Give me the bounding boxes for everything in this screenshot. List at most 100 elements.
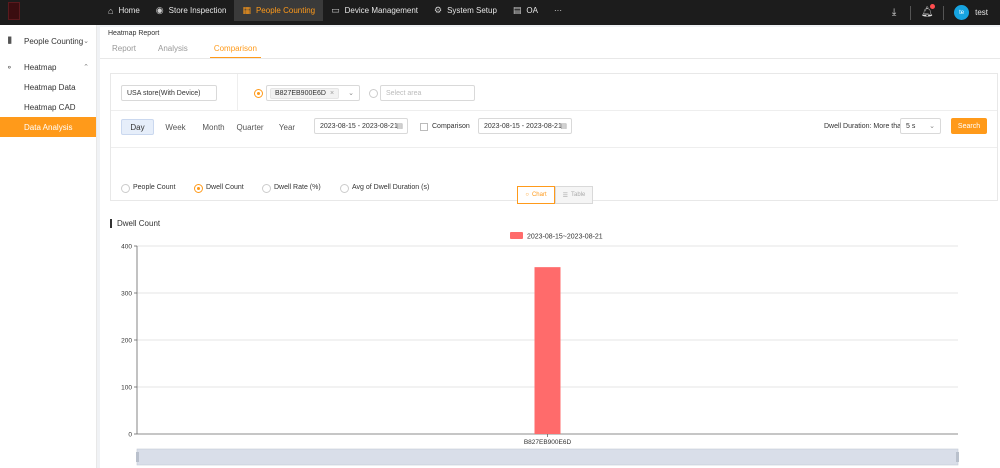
- search-button[interactable]: Search: [951, 118, 987, 134]
- divider: [111, 147, 997, 148]
- nav-item-label: ···: [553, 6, 562, 15]
- chevron-down-icon: ⌄: [929, 123, 935, 130]
- dwell-duration-value: 5 s: [906, 122, 916, 130]
- nav-item-label: Device Management: [344, 6, 419, 15]
- x-tick-label: B827EB900E6D: [524, 439, 572, 446]
- nav-item-oa[interactable]: ▤ OA: [505, 0, 546, 21]
- metric-radio-people-count[interactable]: [121, 184, 130, 193]
- breadcrumb: Heatmap Report: [108, 30, 160, 37]
- grid-icon: ▦: [242, 5, 251, 15]
- metric-label: People Count: [133, 184, 176, 191]
- nav-item-label: OA: [526, 6, 538, 15]
- divider: [111, 110, 997, 111]
- nav-item-system-setup[interactable]: ⚙ System Setup: [426, 0, 505, 21]
- heatmap-icon: ⚬: [6, 62, 13, 72]
- dwell-duration-select[interactable]: 5 s ⌄: [900, 118, 941, 134]
- divider: [910, 5, 912, 20]
- metric-label: Dwell Rate (%): [274, 184, 321, 191]
- nav-item-label: People Counting: [255, 6, 316, 15]
- bar: [534, 267, 561, 434]
- sidebar-group-label: People Counting: [24, 36, 84, 46]
- bar-chart-icon: ▐▌: [6, 38, 14, 44]
- sidebar-group-label: Heatmap: [24, 62, 57, 72]
- zoom-slider[interactable]: [136, 448, 959, 466]
- nav-item-more[interactable]: ···: [546, 0, 570, 21]
- sidebar-item-heatmap-cad[interactable]: Heatmap CAD: [0, 97, 96, 117]
- tab-divider: [100, 58, 1000, 59]
- filter-panel: USA store(With Device) B827EB900E6D × ⌄ S…: [110, 73, 998, 201]
- nav-item-people-counting[interactable]: ▦ People Counting: [234, 0, 324, 21]
- y-tick-label: 400: [121, 244, 132, 251]
- nav-item-home[interactable]: ⌂ Home: [100, 0, 148, 21]
- monitor-icon: ▭: [331, 5, 340, 15]
- divider: [237, 74, 238, 110]
- nav-item-label: Home: [118, 6, 140, 15]
- tab-report[interactable]: Report: [112, 44, 136, 59]
- gear-icon: ⚙: [434, 5, 443, 15]
- nav-item-device-management[interactable]: ▭ Device Management: [323, 0, 426, 21]
- period-quarter[interactable]: Quarter: [233, 119, 267, 135]
- notification-dot: [930, 4, 936, 9]
- legend-label: 2023-08-15~2023-08-21: [527, 234, 603, 241]
- sidebar-group-heatmap[interactable]: ⚬ Heatmap ⌃: [0, 57, 96, 77]
- sidebar-item-data-analysis[interactable]: Data Analysis: [0, 117, 96, 137]
- period-day[interactable]: Day: [121, 119, 154, 135]
- device-tag: B827EB900E6D ×: [270, 87, 340, 99]
- main-content: Heatmap Report Report Analysis Compariso…: [100, 27, 1000, 468]
- calendar-icon: ▤: [512, 5, 522, 15]
- bell-icon[interactable]: 🔔︎: [915, 4, 939, 18]
- close-icon[interactable]: ×: [330, 90, 334, 97]
- table-icon: ☰: [562, 192, 569, 199]
- nav-item-label: Store Inspection: [168, 6, 227, 15]
- metric-radio-dwell-count[interactable]: [194, 184, 203, 193]
- area-select[interactable]: Select area: [380, 85, 475, 101]
- username[interactable]: test: [975, 8, 988, 17]
- tab-analysis[interactable]: Analysis: [158, 44, 188, 59]
- slider-handle-right[interactable]: [956, 452, 959, 462]
- y-tick-label: 100: [121, 385, 132, 392]
- area-radio[interactable]: [369, 89, 378, 98]
- period-month[interactable]: Month: [197, 119, 230, 135]
- device-tag-label: B827EB900E6D: [275, 89, 326, 97]
- divider: [943, 5, 945, 20]
- date-range-value: 2023-08-15 - 2023-08-21: [320, 122, 398, 130]
- view-toggle: ○ Chart ☰ Table: [517, 186, 593, 204]
- dwell-count-chart: 2023-08-15~2023-08-21 0 100 200 300 400 B827EB…: [121, 232, 959, 466]
- sidebar-group-people-counting[interactable]: ▐▌ People Counting ⌄: [0, 31, 96, 51]
- y-tick-label: 300: [121, 291, 132, 298]
- calendar-icon: ▤: [396, 123, 403, 130]
- metric-radio-avg-dwell-duration[interactable]: [340, 184, 349, 193]
- top-bar: ⌂ Home ◉ Store Inspection ▦ People Counting ▭ D…: [0, 0, 1000, 25]
- nav-item-store-inspection[interactable]: ◉ Store Inspection: [148, 0, 235, 21]
- sidebar-item-heatmap-data[interactable]: Heatmap Data: [0, 77, 96, 97]
- y-tick-label: 200: [121, 338, 132, 345]
- device-radio[interactable]: [254, 89, 263, 98]
- app-logo[interactable]: [8, 2, 20, 20]
- period-week[interactable]: Week: [159, 119, 192, 135]
- metric-radio-dwell-rate[interactable]: [262, 184, 271, 193]
- chart-view-button[interactable]: ○ Chart: [517, 186, 555, 204]
- legend-swatch: [510, 232, 523, 239]
- comparison-range-picker[interactable]: 2023-08-15 - 2023-08-21 ▤: [478, 118, 572, 134]
- chevron-down-icon: ⌄: [348, 90, 354, 97]
- comparison-checkbox[interactable]: [420, 123, 428, 131]
- dwell-duration-label: Dwell Duration: More than: [824, 123, 905, 130]
- download-icon[interactable]: ⤓: [882, 7, 906, 18]
- circle-icon: ○: [525, 192, 529, 198]
- store-select[interactable]: USA store(With Device): [121, 85, 217, 101]
- slider-handle-left[interactable]: [136, 452, 139, 462]
- comparison-label: Comparison: [432, 123, 470, 130]
- y-tick-label: 0: [128, 432, 132, 439]
- device-select[interactable]: B827EB900E6D × ⌄: [266, 85, 360, 101]
- metric-label: Avg of Dwell Duration (s): [352, 184, 430, 191]
- table-view-label: Table: [571, 192, 586, 198]
- avatar[interactable]: te: [954, 5, 970, 20]
- calendar-icon: ▤: [560, 123, 567, 130]
- sidebar: ▐▌ People Counting ⌄ ⚬ Heatmap ⌃ Heatmap…: [0, 25, 97, 468]
- tab-comparison[interactable]: Comparison: [209, 44, 261, 59]
- period-year[interactable]: Year: [271, 119, 303, 135]
- table-view-button[interactable]: ☰ Table: [555, 186, 593, 204]
- top-nav: ⌂ Home ◉ Store Inspection ▦ People Counting ▭ D…: [100, 0, 570, 25]
- top-right-tools: ⤓ 🔔︎ te test: [882, 0, 1000, 25]
- date-range-picker[interactable]: 2023-08-15 - 2023-08-21 ▤: [314, 118, 408, 134]
